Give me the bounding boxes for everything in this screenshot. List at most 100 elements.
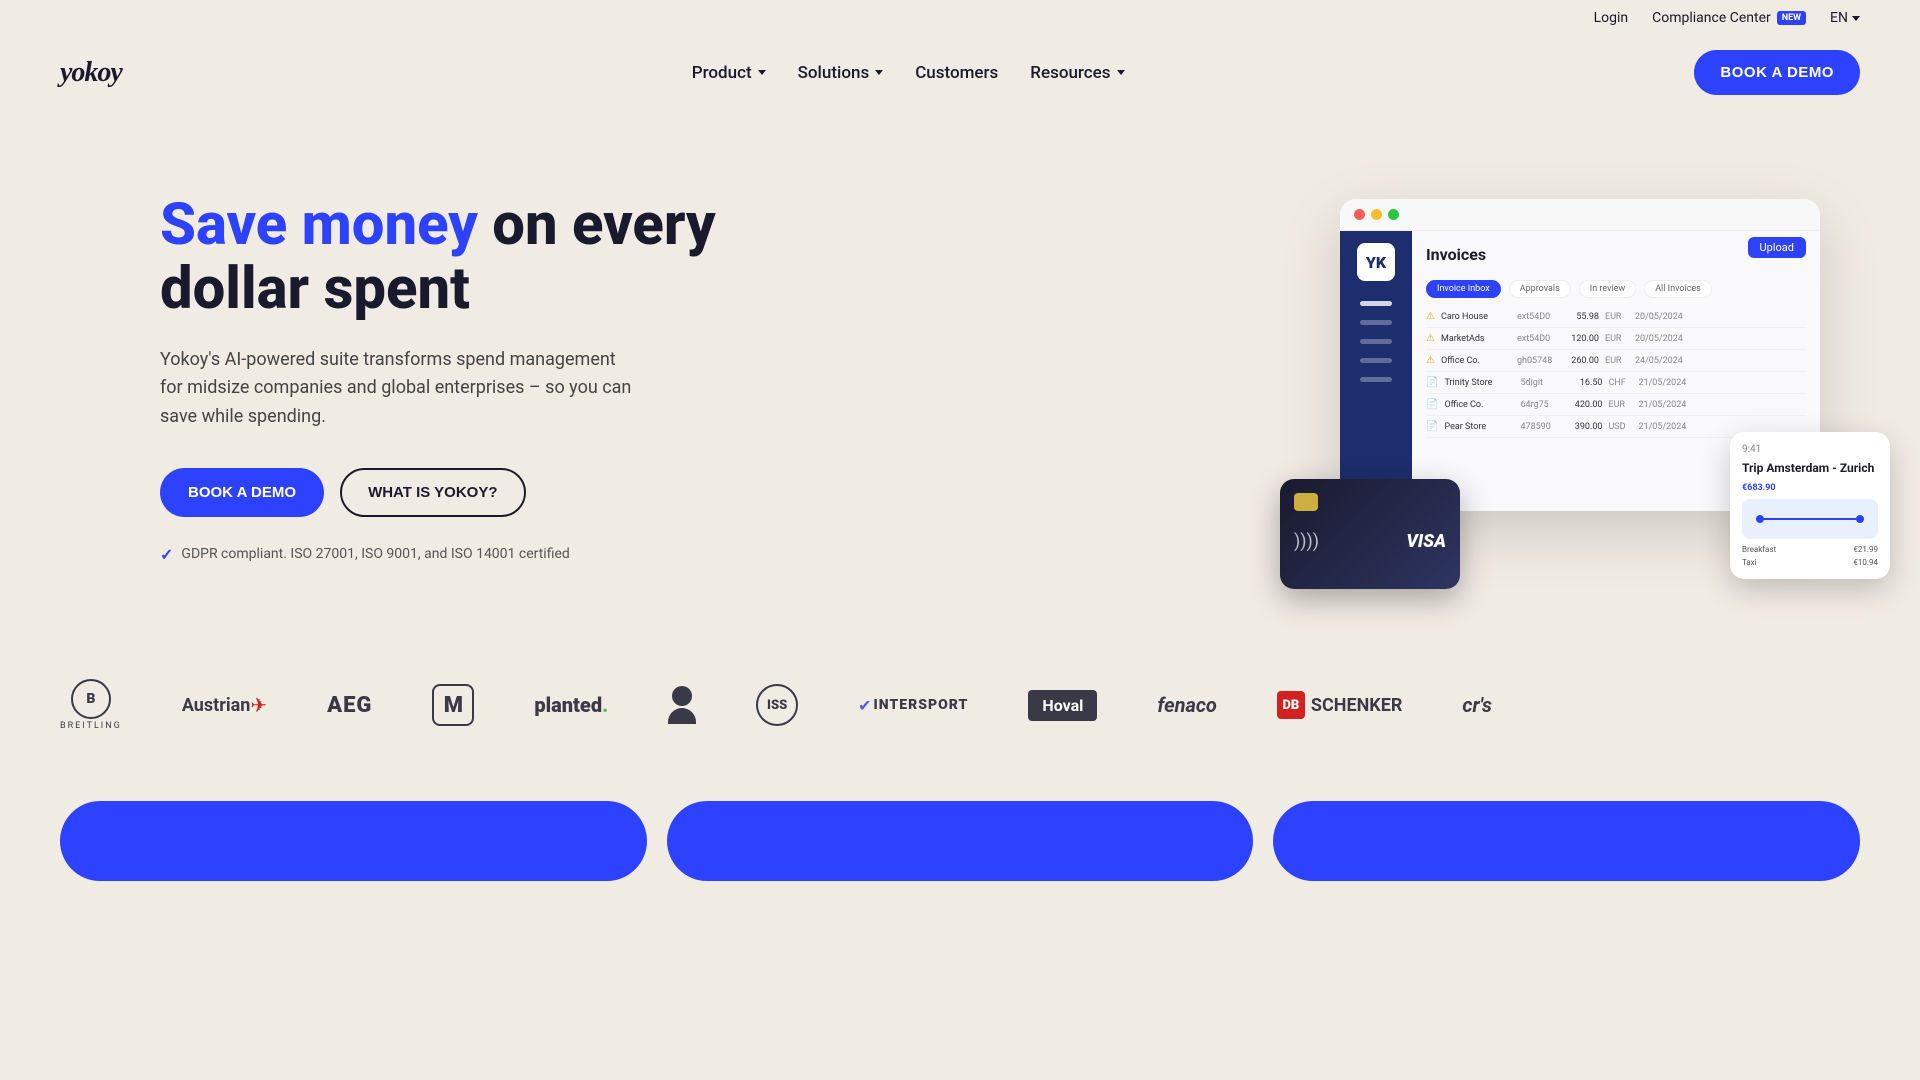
sidebar-nav-item — [1360, 377, 1392, 382]
card-mockup: )))) VISA — [1280, 479, 1460, 589]
sidebar-nav-item — [1360, 358, 1392, 363]
route-end-dot — [1856, 515, 1864, 523]
trip-map — [1742, 499, 1878, 539]
breakfast-amount: €21.99 — [1853, 545, 1878, 554]
gdpr-badge: ✓ GDPR compliant. ISO 27001, ISO 9001, a… — [160, 545, 720, 564]
trip-title: Trip Amsterdam - Zurich — [1742, 461, 1878, 475]
brand-fenaco: fenaco — [1157, 693, 1217, 717]
login-link[interactable]: Login — [1594, 10, 1629, 26]
bottom-cards — [0, 801, 1920, 881]
bottom-card-1[interactable] — [60, 801, 647, 881]
invoice-tabs: Invoice Inbox Approvals In review All In… — [1426, 280, 1806, 298]
tab-all-invoices[interactable]: All Invoices — [1644, 280, 1712, 298]
brand-hoval: Hoval — [1028, 690, 1097, 721]
invoice-title: Invoices — [1426, 245, 1486, 264]
trip-time: 9:41 — [1742, 444, 1878, 455]
nav-product[interactable]: Product — [692, 63, 766, 83]
nav-solutions[interactable]: Solutions — [798, 63, 884, 83]
breitling-circle: B — [71, 679, 111, 719]
invoice-icon: 📄 — [1426, 421, 1438, 432]
schenker-label: SCHENKER — [1311, 695, 1403, 716]
new-badge: NEW — [1777, 11, 1806, 25]
austrian-label: Austrian — [182, 695, 251, 716]
aeg-label: AEG — [327, 693, 372, 718]
expense-row-breakfast: Breakfast €21.99 — [1742, 545, 1878, 554]
language-selector[interactable]: EN — [1830, 10, 1860, 26]
logo[interactable]: yokoy — [60, 57, 122, 89]
hero-section: Save money on every dollar spent Yokoy's… — [0, 109, 1920, 629]
brand-maskot: M — [432, 684, 474, 726]
route-start-dot — [1756, 515, 1764, 523]
taxi-label: Taxi — [1742, 558, 1757, 567]
dot-red — [1354, 209, 1365, 220]
planted-label: planted. — [534, 693, 608, 717]
expense-row-taxi: Taxi €10.94 — [1742, 558, 1878, 567]
upload-button[interactable]: Upload — [1748, 237, 1806, 258]
hero-description: Yokoy's AI-powered suite transforms spen… — [160, 346, 640, 432]
brands-section: B BREITLING Austrian ✈ AEG M planted. — [0, 629, 1920, 761]
brand-intersport: ✔ INTERSPORT — [858, 696, 968, 715]
table-row: 📄 Trinity Store 5digit 16.50 CHF 21/05/2… — [1426, 372, 1806, 394]
nav-links: Product Solutions Customers Resources — [692, 63, 1125, 83]
chevron-down-icon — [1117, 70, 1125, 75]
austrian-arrow-icon: ✈ — [250, 693, 267, 717]
intersport-label: INTERSPORT — [874, 697, 969, 713]
nav-resources[interactable]: Resources — [1030, 63, 1124, 83]
nav-customers[interactable]: Customers — [915, 63, 998, 83]
brand-person — [668, 686, 696, 724]
crs-label: cr's — [1462, 693, 1492, 717]
tab-in-review[interactable]: In review — [1579, 280, 1636, 298]
hero-buttons: BOOK A DEMO WHAT IS YOKOY? — [160, 468, 720, 517]
trip-receipt-mockup: 9:41 Trip Amsterdam - Zurich €683.90 Bre… — [1730, 432, 1890, 579]
db-box-icon: DB — [1277, 691, 1305, 719]
nav-solutions-label: Solutions — [798, 63, 870, 83]
breitling-label: BREITLING — [60, 721, 122, 731]
top-bar: Login Compliance Center NEW EN — [0, 0, 1920, 36]
tab-approvals[interactable]: Approvals — [1509, 280, 1571, 298]
sidebar-logo: YK — [1357, 243, 1395, 281]
hero-content: Save money on every dollar spent Yokoy's… — [160, 194, 720, 564]
brand-dbschenker: DB SCHENKER — [1277, 691, 1403, 719]
what-is-yokoy-button[interactable]: WHAT IS YOKOY? — [340, 468, 525, 517]
brands-track: B BREITLING Austrian ✈ AEG M planted. — [60, 679, 1860, 731]
brand-breitling: B BREITLING — [60, 679, 122, 731]
warning-icon: ⚠ — [1426, 355, 1435, 366]
compliance-center-link[interactable]: Compliance Center NEW — [1652, 10, 1806, 26]
invoice-icon: 📄 — [1426, 377, 1438, 388]
hoval-label: Hoval — [1028, 690, 1097, 721]
route-line — [1756, 518, 1865, 520]
nav-customers-label: Customers — [915, 63, 998, 83]
nav-product-label: Product — [692, 63, 752, 83]
brand-aeg: AEG — [327, 693, 372, 718]
bottom-card-3[interactable] — [1273, 801, 1860, 881]
brand-iss: ISS — [756, 684, 798, 726]
chevron-down-icon — [758, 70, 766, 75]
navbar: yokoy Product Solutions Customers Resour… — [0, 36, 1920, 109]
book-demo-button[interactable]: BOOK A DEMO — [1694, 50, 1860, 95]
invoice-icon: 📄 — [1426, 399, 1438, 410]
brand-austrian: Austrian ✈ — [182, 693, 267, 717]
brand-planted: planted. — [534, 693, 608, 717]
table-row: ⚠ Office Co. gh05748 260.00 EUR 24/05/20… — [1426, 350, 1806, 372]
hero-illustration: YK Invoices Upload Invoice Inbox Approva… — [1340, 199, 1860, 559]
tab-invoice-inbox[interactable]: Invoice Inbox — [1426, 280, 1501, 298]
hero-book-demo-button[interactable]: BOOK A DEMO — [160, 468, 324, 517]
lang-label: EN — [1830, 10, 1848, 26]
dot-yellow — [1371, 209, 1382, 220]
card-brand: VISA — [1406, 531, 1446, 552]
chevron-down-icon — [875, 70, 883, 75]
maskot-icon: M — [432, 684, 474, 726]
warning-icon: ⚠ — [1426, 311, 1435, 322]
sidebar-nav-item — [1360, 339, 1392, 344]
mockup-titlebar — [1340, 199, 1820, 231]
nav-resources-label: Resources — [1030, 63, 1110, 83]
intersport-check-icon: ✔ — [858, 696, 871, 715]
iss-label: ISS — [756, 684, 798, 726]
compliance-label: Compliance Center — [1652, 10, 1771, 26]
gdpr-text: GDPR compliant. ISO 27001, ISO 9001, and… — [181, 546, 569, 562]
mockup-sidebar: YK — [1340, 231, 1412, 511]
brand-crs: cr's — [1462, 693, 1492, 717]
bottom-card-2[interactable] — [667, 801, 1254, 881]
hero-title: Save money on every dollar spent — [160, 194, 720, 322]
table-row: ⚠ Caro House ext54D0 55.98 EUR 20/05/202… — [1426, 306, 1806, 328]
